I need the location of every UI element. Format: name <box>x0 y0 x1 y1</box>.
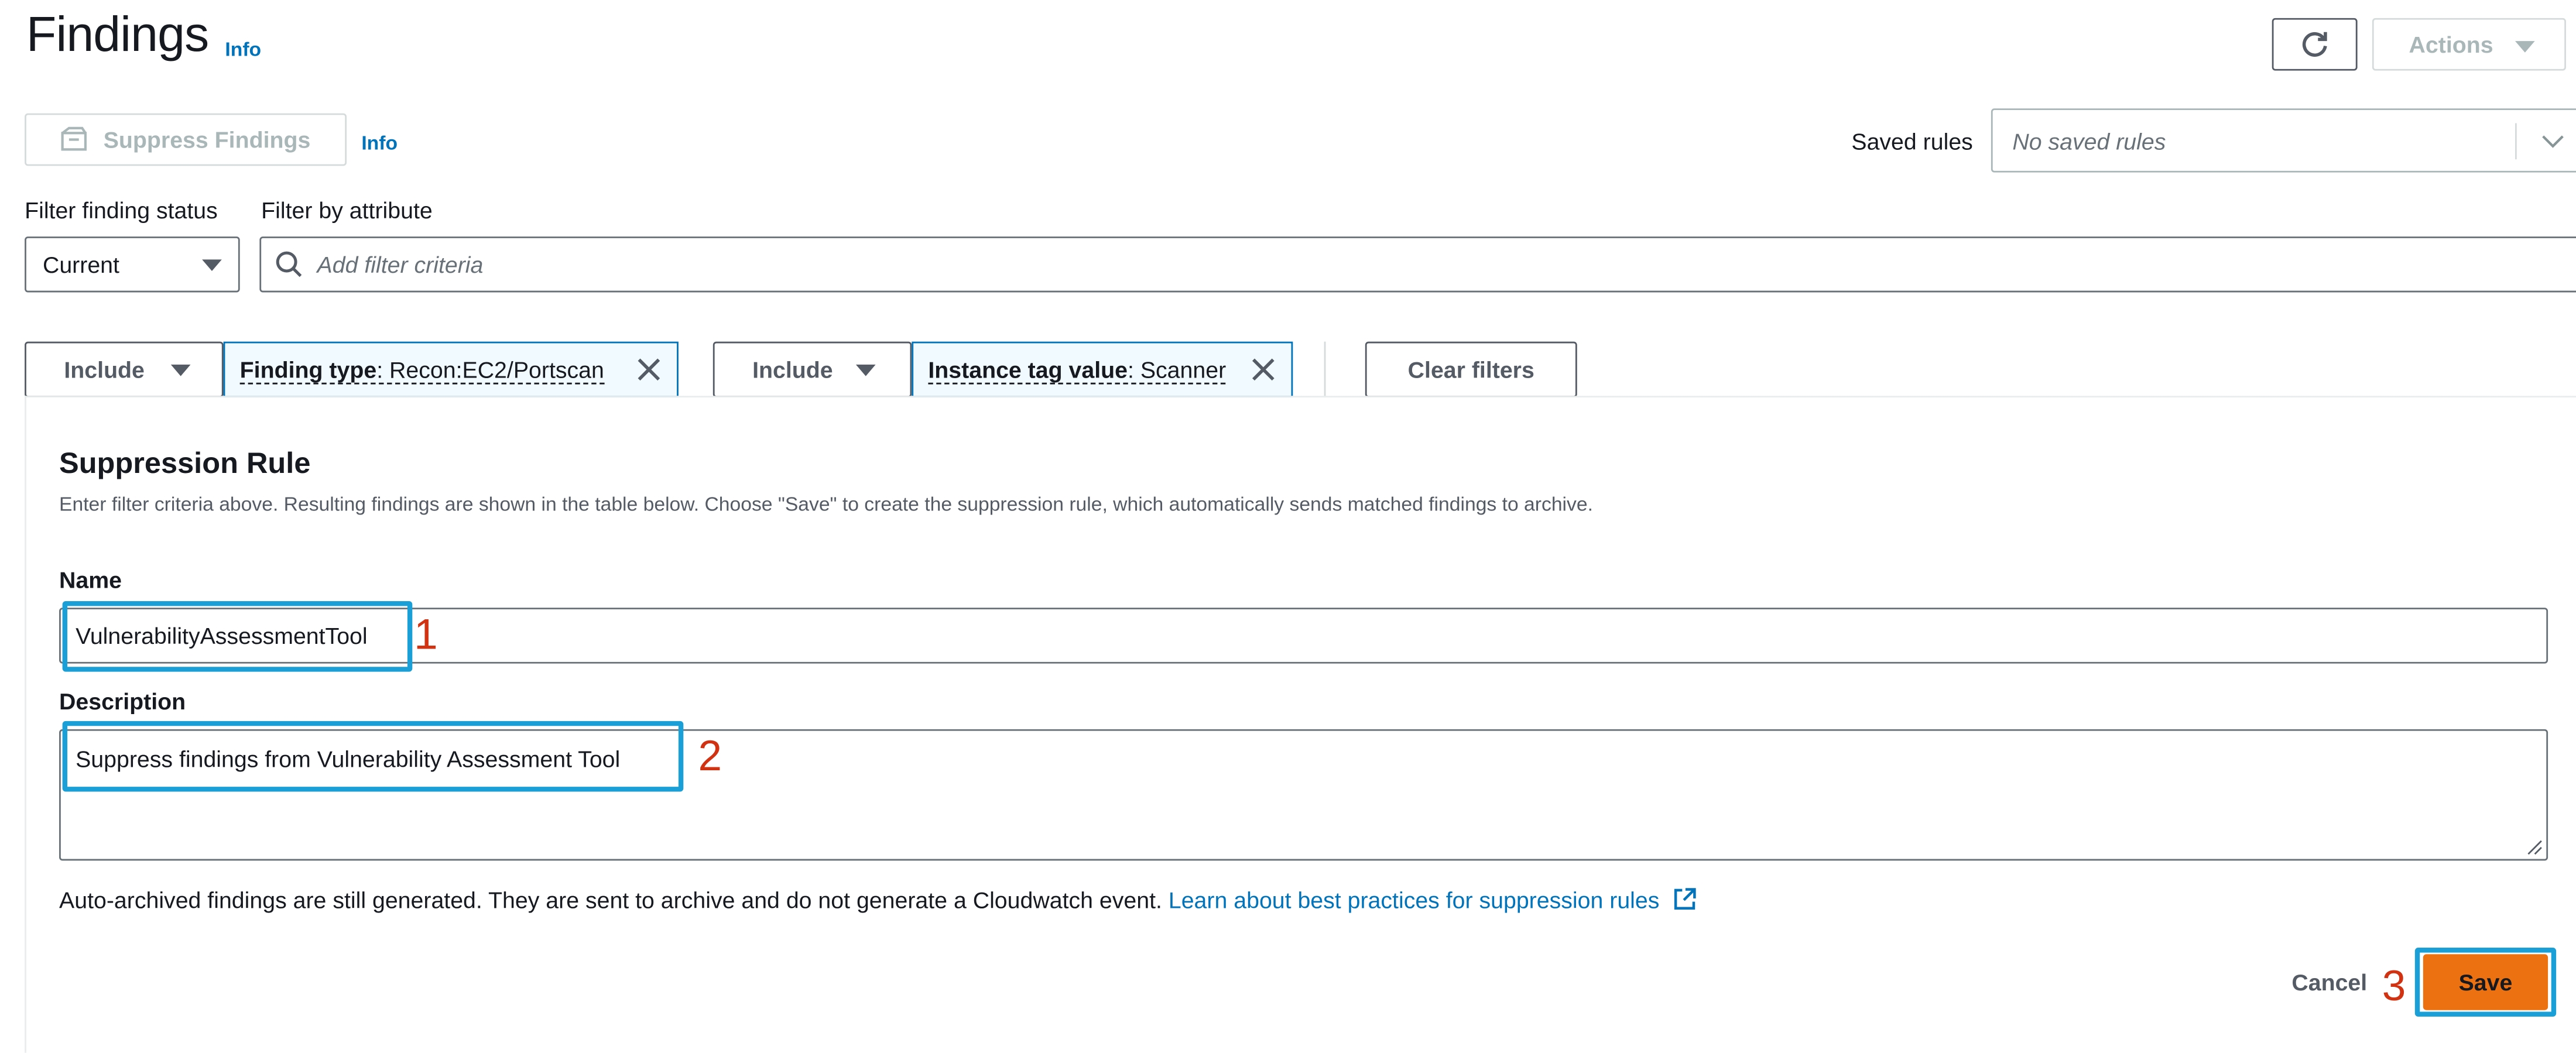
saved-rules-placeholder: No saved rules <box>2012 127 2166 154</box>
callout-3: 3 <box>2382 961 2406 1010</box>
name-label: Name <box>59 567 122 593</box>
token-2-value: : Scanner <box>1128 355 1227 382</box>
filter-status-value: Current <box>42 251 119 278</box>
token-1: Finding type: Recon:EC2/Portscan <box>223 341 679 398</box>
title-info-link[interactable]: Info <box>225 38 261 61</box>
learn-more-link[interactable]: Learn about best practices for suppressi… <box>1169 887 1660 913</box>
cancel-button[interactable]: Cancel <box>2291 969 2367 996</box>
external-link-icon <box>1674 888 1696 910</box>
filter-status-label: Filter finding status <box>25 197 218 224</box>
actions-dropdown[interactable]: Actions <box>2372 18 2566 71</box>
callout-1: 1 <box>414 609 438 659</box>
close-icon[interactable] <box>636 356 662 383</box>
callout-2: 2 <box>698 730 722 780</box>
description-label: Description <box>59 688 186 715</box>
filter-status-select[interactable]: Current <box>25 236 240 293</box>
save-button[interactable]: Save <box>2423 954 2548 1010</box>
token-2-operator[interactable]: Include <box>712 341 912 398</box>
token-1-operator-label: Include <box>64 356 145 383</box>
token-2: Instance tag value: Scanner <box>912 341 1293 398</box>
saved-rules-select[interactable]: No saved rules <box>1991 108 2576 173</box>
close-icon[interactable] <box>1250 356 1276 383</box>
page-title: Findings <box>26 8 209 63</box>
chevron-down-icon <box>2515 41 2535 53</box>
token-2-key: Instance tag value <box>928 355 1128 382</box>
name-highlight <box>62 601 413 672</box>
toolbar-info-link[interactable]: Info <box>361 131 398 154</box>
refresh-button[interactable] <box>2272 18 2358 71</box>
archive-icon <box>61 126 87 151</box>
chevron-down-icon <box>2542 135 2564 148</box>
caret-down-icon <box>202 259 222 271</box>
refresh-icon <box>2302 32 2327 57</box>
actions-label: Actions <box>2409 31 2493 58</box>
suppress-findings-label: Suppress Findings <box>103 126 311 153</box>
token-1-text: Finding type: Recon:EC2/Portscan <box>239 355 604 384</box>
filter-attribute-label: Filter by attribute <box>261 197 433 224</box>
clear-filters-button[interactable]: Clear filters <box>1365 341 1577 398</box>
token-1-key: Finding type <box>239 355 377 382</box>
saved-rules-label: Saved rules <box>1851 128 1973 155</box>
suppress-findings-button[interactable]: Suppress Findings <box>25 113 347 166</box>
suppression-rule-description: Enter filter criteria above. Resulting f… <box>59 492 1593 516</box>
token-2-text: Instance tag value: Scanner <box>928 355 1227 384</box>
auto-archive-note-text: Auto-archived findings are still generat… <box>59 887 1162 914</box>
search-icon <box>276 251 302 277</box>
filter-attribute-input[interactable]: Add filter criteria <box>259 236 2576 293</box>
token-1-value: : Recon:EC2/Portscan <box>376 355 604 382</box>
divider <box>1324 341 1326 398</box>
description-highlight <box>62 721 684 792</box>
suppression-rule-heading: Suppression Rule <box>59 447 311 480</box>
token-1-operator[interactable]: Include <box>25 341 224 398</box>
filter-attribute-placeholder: Add filter criteria <box>317 251 484 278</box>
caret-down-icon <box>170 364 191 376</box>
auto-archive-note: Auto-archived findings are still generat… <box>59 887 1697 913</box>
caret-down-icon <box>855 364 876 376</box>
token-2-operator-label: Include <box>752 356 833 383</box>
resize-handle-icon[interactable] <box>2527 839 2543 856</box>
